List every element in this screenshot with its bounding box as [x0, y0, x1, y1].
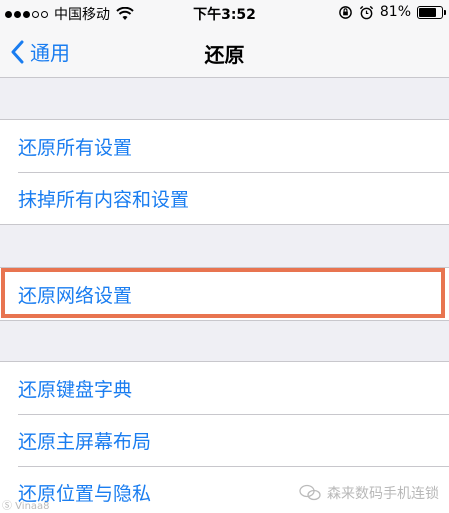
reset-network-settings-item[interactable]: 还原网络设置 [0, 268, 449, 320]
watermark-text: 森来数码手机连锁 [327, 486, 439, 502]
cell-label: 抹掉所有内容和设置 [18, 188, 190, 211]
wechat-icon [299, 484, 321, 501]
cell-label: 还原网络设置 [18, 284, 133, 307]
navigation-bar: 通用 还原 [0, 26, 449, 78]
status-bar: 中国移动 下午3:52 81% [0, 0, 449, 26]
watermark-left: Ⓢ Vinaa8 [2, 501, 50, 512]
orientation-lock-icon [339, 5, 352, 19]
watermark: 森来数码手机连锁 [299, 483, 439, 503]
cell-label: 还原主屏幕布局 [18, 430, 152, 453]
erase-all-content-item[interactable]: 抹掉所有内容和设置 [0, 172, 449, 224]
battery-icon [417, 5, 446, 19]
reset-group-2: 还原网络设置 [0, 267, 449, 321]
reset-group-1: 还原所有设置 抹掉所有内容和设置 [0, 119, 449, 225]
alarm-icon [359, 5, 373, 19]
reset-home-screen-layout-item[interactable]: 还原主屏幕布局 [0, 414, 449, 466]
reset-keyboard-dictionary-item[interactable]: 还原键盘字典 [0, 362, 449, 414]
status-right: 81% [338, 4, 446, 20]
reset-all-settings-item[interactable]: 还原所有设置 [0, 120, 449, 172]
cell-label: 还原所有设置 [18, 136, 133, 159]
cell-label: 还原键盘字典 [18, 378, 133, 401]
battery-percent: 81% [379, 4, 411, 20]
page-title: 还原 [204, 43, 245, 67]
